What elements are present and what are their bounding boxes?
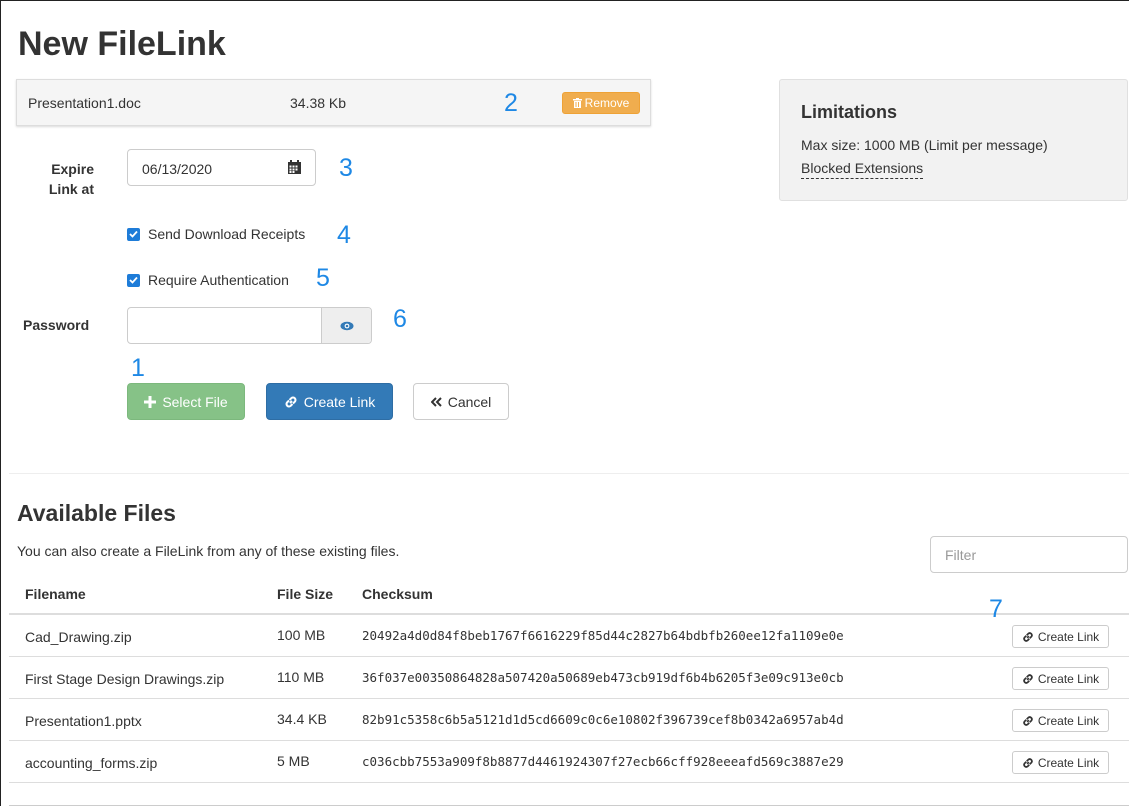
file-checksum: 36f037e00350864828a507420a50689eb473cb91… (362, 670, 844, 685)
file-name: First Stage Design Drawings.zip (25, 671, 225, 687)
annotation-2: 2 (504, 89, 518, 117)
row-create-link-button[interactable]: Create Link (1012, 709, 1109, 732)
require-auth-label: Require Authentication (148, 272, 289, 288)
annotation-1: 1 (131, 354, 145, 382)
filter-placeholder: Filter (945, 547, 977, 563)
send-receipts-label: Send Download Receipts (148, 226, 306, 242)
cancel-button[interactable]: Cancel (413, 383, 509, 420)
show-password-button[interactable] (321, 308, 371, 343)
password-label: Password (23, 317, 90, 333)
row-create-link-label: Create Link (1037, 755, 1100, 770)
file-size: 34.4 KB (277, 711, 327, 727)
send-receipts-row[interactable]: Send Download Receipts (127, 226, 305, 242)
column-header-checksum: Checksum (362, 586, 433, 602)
filter-input[interactable]: Filter (930, 536, 1128, 573)
annotation-3: 3 (339, 154, 353, 182)
expire-date-value: 06/13/2020 (142, 161, 213, 177)
link-icon (1023, 757, 1033, 768)
password-input[interactable] (127, 307, 372, 344)
section-divider (9, 473, 1129, 474)
column-header-size: File Size (277, 586, 334, 602)
row-create-link-label: Create Link (1037, 713, 1100, 728)
table-row: accounting_forms.zip 5 MB c036cbb7553a90… (9, 741, 1129, 783)
create-link-button[interactable]: Create Link (266, 383, 393, 420)
table-row: Cad_Drawing.zip 100 MB 20492a4d0d84f8beb… (9, 615, 1129, 657)
double-chevron-left-icon (430, 396, 442, 407)
plus-icon (144, 395, 157, 408)
trash-icon (572, 98, 582, 108)
file-size: 100 MB (277, 627, 326, 643)
select-file-button[interactable]: Select File (127, 383, 245, 420)
require-auth-checkbox[interactable] (127, 273, 140, 287)
cancel-label: Cancel (447, 393, 492, 410)
remove-button-label: Remove (584, 96, 630, 110)
file-name: Presentation1.pptx (25, 713, 142, 729)
table-row: Presentation1.pptx 34.4 KB 82b91c5358c6b… (9, 699, 1129, 741)
table-row: First Stage Design Drawings.zip 110 MB 3… (9, 657, 1129, 699)
file-size: 5 MB (277, 753, 310, 769)
create-link-label: Create Link (303, 393, 376, 410)
checkmark-icon (129, 276, 138, 284)
file-name: Cad_Drawing.zip (25, 629, 132, 645)
remove-button[interactable]: Remove (562, 92, 640, 114)
limitations-panel: Limitations Max size: 1000 MB (Limit per… (779, 79, 1128, 201)
calendar-icon[interactable] (288, 160, 301, 174)
file-checksum: 82b91c5358c6b5a5121d1d5cd6609c0c6e10802f… (362, 712, 844, 727)
row-create-link-button[interactable]: Create Link (1012, 667, 1109, 690)
annotation-5: 5 (316, 264, 330, 292)
blocked-extensions-link[interactable]: Blocked Extensions (801, 160, 924, 179)
link-icon (1023, 673, 1033, 684)
checkmark-icon (129, 230, 138, 238)
page-title: New FileLink (18, 25, 226, 63)
row-create-link-label: Create Link (1037, 629, 1100, 644)
annotation-6: 6 (393, 305, 407, 333)
file-checksum: c036cbb7553a909f8b8877d4461924307f27ecb6… (362, 754, 844, 769)
available-files-title: Available Files (17, 500, 176, 526)
send-receipts-checkbox[interactable] (127, 227, 140, 241)
limitations-max-size: Max size: 1000 MB (Limit per message) (801, 137, 1048, 153)
expire-date-input[interactable]: 06/13/2020 (127, 149, 316, 186)
link-icon (1023, 631, 1033, 642)
file-name: accounting_forms.zip (25, 755, 158, 771)
uploaded-file-size: 34.38 Kb (290, 95, 347, 111)
select-file-label: Select File (162, 393, 228, 410)
row-create-link-label: Create Link (1037, 671, 1100, 686)
eye-icon (340, 321, 353, 330)
column-header-filename: Filename (25, 586, 86, 602)
link-icon (285, 396, 297, 407)
expire-label: Expire Link at (48, 161, 94, 197)
available-files-subtitle: You can also create a FileLink from any … (17, 543, 400, 559)
file-size: 110 MB (277, 669, 325, 685)
row-create-link-button[interactable]: Create Link (1012, 625, 1109, 648)
uploaded-file-name: Presentation1.doc (28, 95, 141, 111)
row-create-link-button[interactable]: Create Link (1012, 751, 1109, 774)
limitations-title: Limitations (801, 102, 898, 122)
link-icon (1023, 715, 1033, 726)
annotation-4: 4 (337, 221, 351, 249)
file-checksum: 20492a4d0d84f8beb1767f6616229f85d44c2827… (362, 628, 844, 643)
uploaded-file-row: Presentation1.doc 34.38 Kb Remove (16, 79, 651, 126)
require-auth-row[interactable]: Require Authentication (127, 272, 289, 288)
